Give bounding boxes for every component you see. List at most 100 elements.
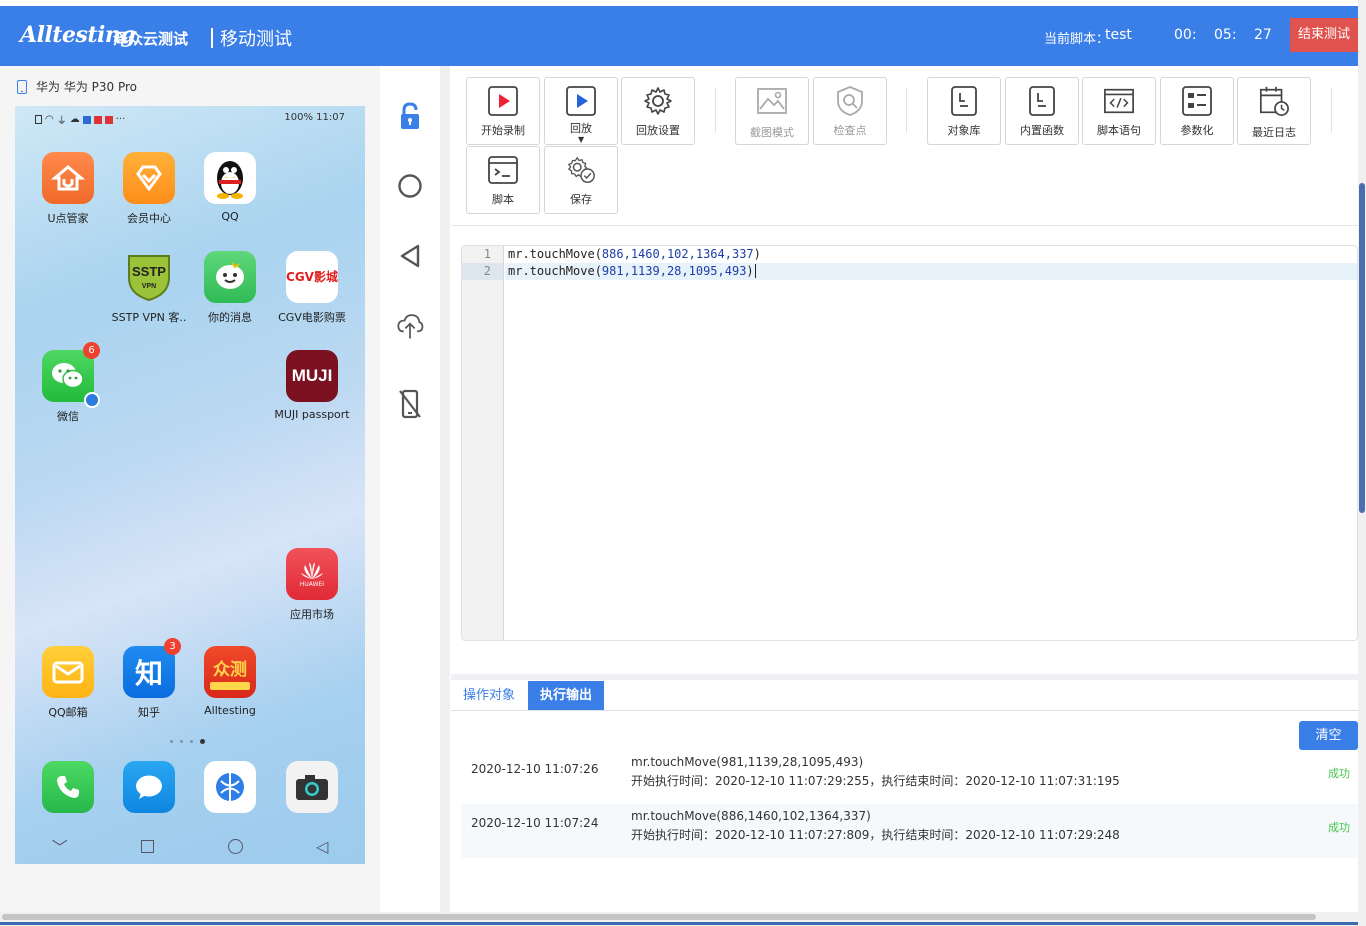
svg-text:VPN: VPN bbox=[142, 283, 156, 290]
recent-logs-button[interactable]: 最近日志 bbox=[1237, 77, 1311, 145]
dock-phone[interactable] bbox=[23, 761, 113, 813]
app-label: CGV电影购票 bbox=[278, 311, 346, 324]
replay-settings-button[interactable]: 回放设置 bbox=[621, 77, 695, 145]
no-phone-icon[interactable] bbox=[396, 388, 424, 420]
log-time: 2020-12-10 11:07:26 bbox=[471, 762, 599, 776]
code-args: 886,1460,102,1364,337 bbox=[601, 247, 754, 261]
button-label: 开始录制 bbox=[481, 124, 525, 137]
line-number: 1 bbox=[483, 247, 491, 261]
nav-home-icon[interactable] bbox=[227, 838, 243, 854]
log-detail: 开始执行时间：2020-12-10 11:07:29:255，执行结束时间：20… bbox=[631, 774, 1120, 788]
device-header: 华为 华为 P30 Pro bbox=[16, 78, 137, 95]
button-label: 回放设置 bbox=[636, 124, 680, 137]
lock-icon[interactable] bbox=[396, 100, 424, 132]
start-record-button[interactable]: 开始录制 bbox=[466, 77, 540, 145]
object-doc-icon bbox=[948, 85, 980, 117]
toolbar-separator bbox=[1331, 88, 1332, 133]
app-sstp-vpn[interactable]: SSTP VPN SSTP VPN 客.. bbox=[104, 251, 194, 325]
code-content[interactable]: mr.touchMove(886,1460,102,1364,337) mr.t… bbox=[505, 246, 1357, 280]
device-screen[interactable]: ◠ ⏚ ☁ ··· 100% 11:07 U点管家 会员中心 QQ SSTP VPN … bbox=[15, 106, 365, 864]
app-wechat[interactable]: 6 微信 bbox=[23, 342, 113, 424]
notification-badge: 6 bbox=[83, 342, 100, 359]
app-label: Alltesting bbox=[204, 704, 256, 717]
replay-button[interactable]: 回放 ▼ bbox=[544, 77, 618, 145]
timer-minutes: 05: bbox=[1214, 27, 1237, 43]
app-label: MUJI passport bbox=[274, 408, 350, 421]
notification-badge: 3 bbox=[164, 638, 181, 655]
phone-icon bbox=[42, 761, 94, 813]
app-huawei-store[interactable]: HUAWEI 应用市场 bbox=[267, 548, 357, 622]
back-triangle-icon[interactable] bbox=[396, 240, 424, 272]
button-label: 保存 bbox=[570, 193, 592, 206]
code-window-icon bbox=[1103, 85, 1135, 117]
code-line[interactable]: mr.touchMove(886,1460,102,1364,337) bbox=[505, 246, 1357, 263]
dock-browser[interactable] bbox=[185, 761, 275, 813]
line-number-gutter: 1 2 bbox=[462, 246, 504, 640]
sstp-icon-text: SSTP bbox=[132, 264, 166, 279]
browser-icon bbox=[204, 761, 256, 813]
clear-button[interactable]: 清空 bbox=[1299, 721, 1358, 750]
tab-execution-output[interactable]: 执行输出 bbox=[528, 681, 605, 710]
end-test-button[interactable]: 结束测试 bbox=[1290, 18, 1358, 52]
app-alltesting[interactable]: 众测 Alltesting bbox=[185, 646, 275, 717]
log-row: 2020-12-10 11:07:24 mr.touchMove(886,146… bbox=[461, 804, 1358, 858]
screenshot-mode-button[interactable]: 截图模式 bbox=[735, 77, 809, 145]
app-upoint[interactable]: U点管家 bbox=[23, 152, 113, 226]
script-button[interactable]: 脚本 bbox=[466, 146, 540, 214]
upload-cloud-icon[interactable] bbox=[396, 310, 424, 342]
tab-operation-objects[interactable]: 操作对象 bbox=[451, 681, 527, 710]
code-fn: mr.touchMove( bbox=[508, 247, 602, 261]
code-editor[interactable]: 1 2 mr.touchMove(886,1460,102,1364,337) … bbox=[461, 245, 1358, 641]
phone-nav-bar: ﹀ ◁ bbox=[15, 834, 365, 858]
code-args: 981,1139,28,1095,493 bbox=[601, 264, 747, 278]
pane-divider[interactable] bbox=[440, 66, 450, 912]
object-library-button[interactable]: 对象库 bbox=[927, 77, 1001, 145]
log-detail: 开始执行时间：2020-12-10 11:07:27:809，执行结束时间：20… bbox=[631, 828, 1120, 842]
horizontal-scrollbar[interactable] bbox=[0, 912, 1358, 926]
current-script-value: test bbox=[1105, 27, 1132, 43]
nav-back-icon[interactable]: ◁ bbox=[316, 837, 328, 856]
output-tabs: 操作对象 执行输出 bbox=[451, 680, 1358, 711]
app-muji[interactable]: MUJI MUJI passport bbox=[267, 350, 357, 421]
app-label: 应用市场 bbox=[290, 608, 334, 621]
dock-camera[interactable] bbox=[267, 761, 357, 813]
phone-outline-icon bbox=[17, 79, 27, 94]
checkpoint-button[interactable]: 检查点 bbox=[813, 77, 887, 145]
scrollbar-thumb[interactable] bbox=[1359, 183, 1365, 513]
scrollbar-thumb[interactable] bbox=[2, 914, 1316, 920]
record-play-icon bbox=[487, 85, 519, 117]
script-statement-button[interactable]: 脚本语句 bbox=[1082, 77, 1156, 145]
app-qq-mail[interactable]: QQ邮箱 bbox=[23, 646, 113, 720]
app-your-message[interactable]: 你的消息 bbox=[185, 251, 275, 325]
save-button[interactable]: 保存 bbox=[544, 146, 618, 214]
log-command: mr.touchMove(981,1139,28,1095,493) bbox=[631, 755, 864, 769]
app-label: 会员中心 bbox=[127, 212, 171, 225]
app-zhihu[interactable]: 知 3 知乎 bbox=[104, 638, 194, 720]
bottom-border bbox=[0, 922, 1358, 925]
dock-messages[interactable] bbox=[104, 761, 194, 813]
camera-icon bbox=[286, 761, 338, 813]
app-member-center[interactable]: 会员中心 bbox=[104, 152, 194, 226]
button-label: 回放 bbox=[570, 122, 592, 135]
gear-check-icon bbox=[565, 154, 597, 186]
terminal-icon bbox=[487, 154, 519, 186]
code-paren: ) bbox=[746, 264, 754, 278]
log-row: 2020-12-10 11:07:26 mr.touchMove(981,113… bbox=[461, 750, 1358, 804]
status-badge: 成功 bbox=[1328, 821, 1350, 834]
builtin-functions-button[interactable]: 内置函数 bbox=[1005, 77, 1079, 145]
code-line[interactable]: mr.touchMove(981,1139,28,1095,493) bbox=[505, 263, 1357, 280]
status-battery-time: 100% 11:07 bbox=[284, 112, 345, 123]
app-qq[interactable]: QQ bbox=[185, 152, 275, 223]
gear-icon bbox=[642, 85, 674, 117]
verified-check-icon bbox=[84, 392, 100, 408]
alltesting-app-icon: 众测 bbox=[204, 646, 256, 698]
nav-down-icon[interactable]: ﹀ bbox=[52, 834, 68, 858]
vertical-scrollbar[interactable] bbox=[1358, 0, 1366, 926]
code-paren: ) bbox=[753, 247, 761, 261]
nav-square-icon[interactable] bbox=[141, 839, 155, 853]
status-notification-icons: ◠ ⏚ ☁ ··· bbox=[35, 112, 125, 127]
home-circle-icon[interactable] bbox=[396, 170, 424, 202]
app-cgv[interactable]: CGV影城 CGV电影购票 bbox=[267, 251, 357, 325]
parameterize-button[interactable]: 参数化 bbox=[1160, 77, 1234, 145]
dropdown-caret-icon[interactable]: ▼ bbox=[578, 135, 584, 144]
